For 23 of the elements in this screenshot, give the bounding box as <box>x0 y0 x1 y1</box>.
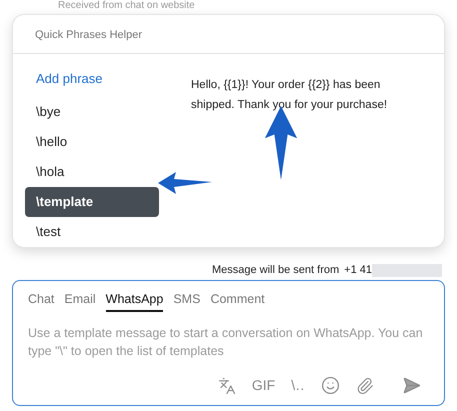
send-icon <box>402 376 421 396</box>
phrase-item[interactable]: \bye <box>25 97 159 127</box>
channel-tab[interactable]: Chat <box>28 290 54 312</box>
channel-tab[interactable]: Email <box>64 290 96 312</box>
composer-box[interactable]: Chat Email WhatsApp SMS Comment Use a template message to start a conversation on WhatsApp. You can type "\" to open the list of templates GIF \.. <box>12 280 445 406</box>
channel-tab[interactable]: Comment <box>210 290 265 312</box>
paperclip-icon <box>356 376 374 395</box>
translate-icon <box>218 376 236 395</box>
channel-tab[interactable]: WhatsApp <box>106 290 164 312</box>
phrase-item[interactable]: \test <box>25 217 159 247</box>
phrase-preview: Hello, {{1}}! Your order {{2}} has been shipped. Thank you for your purchase! <box>191 78 388 113</box>
add-phrase-link[interactable]: Add phrase <box>25 66 163 92</box>
message-field[interactable]: Use a template message to start a conversation on WhatsApp. You can type "\" to open the list of templates <box>28 324 429 364</box>
smiley-icon <box>321 376 340 396</box>
popup-title: Quick Phrases Helper <box>35 29 142 41</box>
redaction-bar <box>372 264 442 276</box>
sender-note: Message will be sent from <box>212 262 340 278</box>
sender-number: +1 41 <box>344 262 372 278</box>
phrase-item[interactable]: \template <box>25 187 159 217</box>
phrase-item[interactable]: \hola <box>25 157 159 187</box>
channel-tab[interactable]: SMS <box>173 290 200 312</box>
conversation-note: Received from chat on website <box>57 0 196 12</box>
phrase-item[interactable]: \hello <box>25 127 159 157</box>
